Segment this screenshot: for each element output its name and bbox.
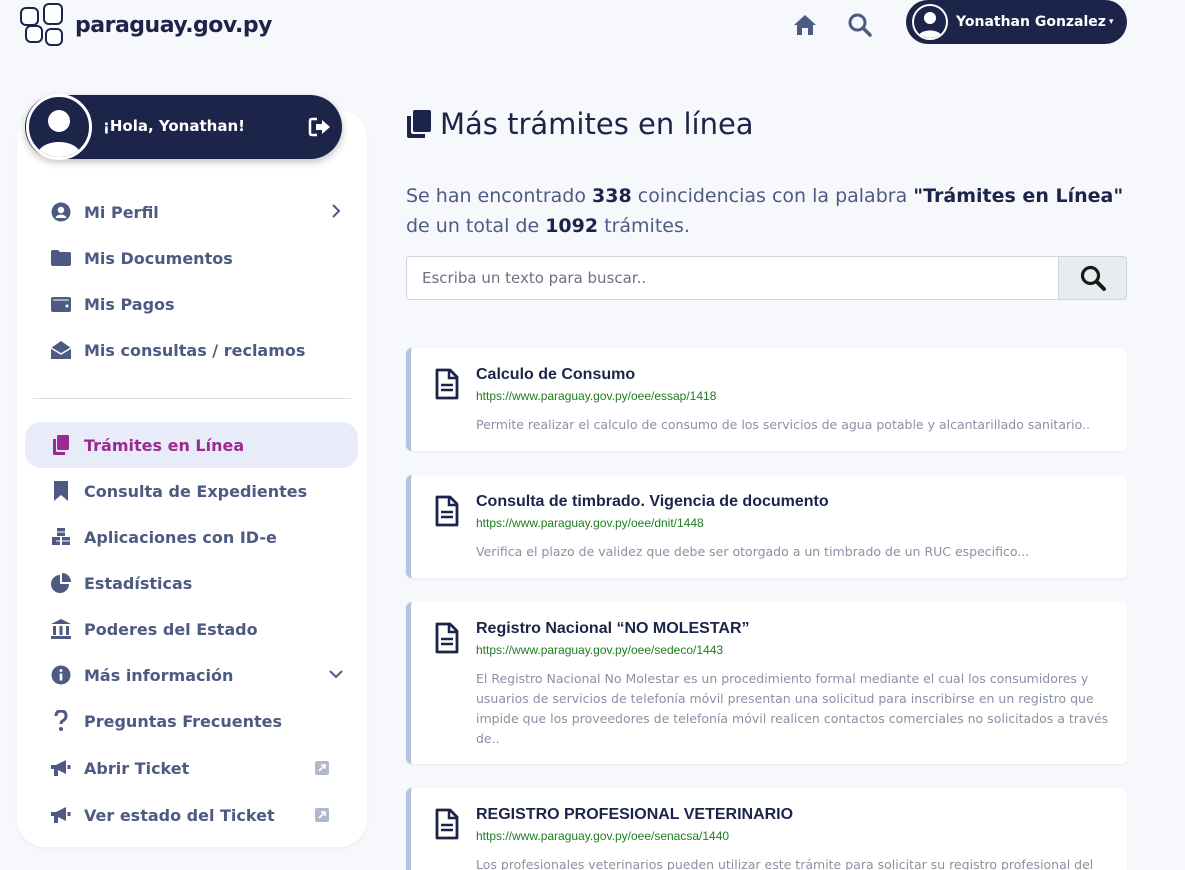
- sidebar-item-mis-documentos[interactable]: Mis Documentos: [25, 235, 358, 281]
- result-url[interactable]: https://www.paraguay.gov.py/oee/sedeco/1…: [476, 643, 723, 657]
- document-icon: [435, 622, 459, 654]
- search-icon[interactable]: [847, 12, 873, 38]
- pie-chart-icon: [50, 572, 72, 594]
- sidebar-item-ver-estado-ticket[interactable]: Ver estado del Ticket: [25, 792, 358, 838]
- sidebar-item-poderes-del-estado[interactable]: Poderes del Estado: [25, 606, 358, 652]
- result-count: 338: [592, 185, 632, 207]
- user-circle-icon: [50, 201, 72, 223]
- greeting-text: ¡Hola, Yonathan!: [103, 117, 245, 135]
- bookmark-icon: [50, 480, 72, 502]
- avatar: [912, 4, 948, 40]
- document-icon: [435, 368, 459, 400]
- sidebar-item-mi-perfil[interactable]: Mi Perfil: [25, 189, 358, 235]
- wallet-icon: [50, 293, 72, 315]
- megaphone-icon: [50, 804, 72, 826]
- sidebar-item-label: Ver estado del Ticket: [84, 805, 275, 825]
- greeting-banner: ¡Hola, Yonathan!: [25, 94, 342, 160]
- total-count: 1092: [545, 215, 599, 237]
- megaphone-icon: [50, 757, 72, 779]
- sidebar-item-label: Aplicaciones con ID-e: [84, 527, 277, 547]
- sidebar-item-label: Mis Pagos: [84, 294, 175, 314]
- result-card[interactable]: Consulta de timbrado. Vigencia de docume…: [406, 475, 1127, 578]
- document-icon: [435, 495, 459, 527]
- external-link-icon: [315, 761, 329, 775]
- result-title[interactable]: Calculo de Consumo: [476, 366, 635, 384]
- site-logo[interactable]: paraguay.gov.py: [20, 3, 272, 47]
- cubes-icon: [50, 526, 72, 548]
- sidebar-item-label: Mis consultas / reclamos: [84, 340, 306, 360]
- summary-text: de un total de: [406, 215, 546, 237]
- logout-icon[interactable]: [308, 115, 332, 139]
- search-keyword: "Trámites en Línea": [913, 185, 1124, 207]
- sidebar-item-estadisticas[interactable]: Estadísticas: [25, 560, 358, 606]
- chevron-right-icon: [332, 204, 341, 218]
- sidebar-divider: [33, 398, 351, 399]
- sidebar-item-label: Mis Documentos: [84, 248, 233, 268]
- search-button[interactable]: [1058, 256, 1127, 300]
- sidebar-item-mis-pagos[interactable]: Mis Pagos: [25, 281, 358, 327]
- sidebar-item-label: Trámites en Línea: [84, 435, 245, 455]
- result-title[interactable]: REGISTRO PROFESIONAL VETERINARIO: [476, 806, 793, 824]
- info-circle-icon: [50, 664, 72, 686]
- page-title: Más trámites en línea: [406, 107, 754, 141]
- sidebar-item-mas-informacion[interactable]: Más información: [25, 652, 358, 698]
- document-icon: [435, 808, 459, 840]
- result-card[interactable]: REGISTRO PROFESIONAL VETERINARIO https:/…: [406, 788, 1127, 870]
- sidebar-item-label: Abrir Ticket: [84, 758, 190, 778]
- result-description: El Registro Nacional No Molestar es un p…: [476, 671, 1109, 746]
- summary-text: trámites.: [598, 215, 690, 237]
- logo-text: paraguay.gov.py: [75, 12, 272, 38]
- sidebar-item-aplicaciones-id-e[interactable]: Aplicaciones con ID-e: [25, 514, 358, 560]
- sidebar-item-abrir-ticket[interactable]: Abrir Ticket: [25, 745, 358, 791]
- page-title-text: Más trámites en línea: [440, 107, 754, 141]
- avatar: [26, 94, 92, 160]
- summary-text: coincidencias con la palabra: [631, 185, 914, 207]
- result-url[interactable]: https://www.paraguay.gov.py/oee/senacsa/…: [476, 829, 729, 843]
- result-card[interactable]: Registro Nacional “NO MOLESTAR” https://…: [406, 602, 1127, 764]
- envelope-open-icon: [50, 339, 72, 361]
- result-description: Verifica el plazo de validez que debe se…: [476, 544, 1030, 559]
- sidebar-item-label: Más información: [84, 665, 234, 685]
- sidebar-item-mis-consultas[interactable]: Mis consultas / reclamos: [25, 327, 358, 373]
- search-input[interactable]: [406, 256, 1058, 300]
- result-card[interactable]: Calculo de Consumo https://www.paraguay.…: [406, 348, 1127, 451]
- search-summary: Se han encontrado 338 coincidencias con …: [406, 181, 1136, 241]
- result-description: Los profesionales veterinarios pueden ut…: [476, 857, 1094, 870]
- result-description: Permite realizar el calculo de consumo d…: [476, 417, 1090, 432]
- sidebar-item-label: Estadísticas: [84, 573, 193, 593]
- sidebar-item-label: Preguntas Frecuentes: [84, 711, 283, 731]
- sidebar-item-consulta-expedientes[interactable]: Consulta de Expedientes: [25, 468, 358, 514]
- user-name: Yonathan Gonzalez: [956, 14, 1106, 30]
- summary-text: Se han encontrado: [406, 185, 593, 207]
- sidebar-item-label: Consulta de Expedientes: [84, 481, 308, 501]
- sidebar-item-preguntas-frecuentes[interactable]: Preguntas Frecuentes: [25, 698, 358, 744]
- result-url[interactable]: https://www.paraguay.gov.py/oee/dnit/144…: [476, 516, 704, 530]
- search-icon: [1080, 265, 1106, 291]
- sidebar-item-label: Mi Perfil: [84, 202, 159, 222]
- copy-icon: [50, 434, 72, 456]
- home-icon[interactable]: [792, 12, 818, 38]
- chevron-down-icon: ▾: [1108, 17, 1114, 27]
- chevron-down-icon: [329, 670, 343, 679]
- logo-icon: [20, 3, 67, 47]
- search-bar: [406, 256, 1127, 300]
- copy-icon: [407, 110, 431, 138]
- result-url[interactable]: https://www.paraguay.gov.py/oee/essap/14…: [476, 389, 716, 403]
- user-menu-button[interactable]: Yonathan Gonzalez ▾: [906, 0, 1127, 44]
- external-link-icon: [315, 808, 329, 822]
- question-icon: [50, 710, 72, 732]
- sidebar-item-tramites-en-linea[interactable]: Trámites en Línea: [25, 422, 358, 468]
- result-title[interactable]: Consulta de timbrado. Vigencia de docume…: [476, 493, 829, 511]
- folder-icon: [50, 247, 72, 269]
- bank-icon: [50, 618, 72, 640]
- sidebar-item-label: Poderes del Estado: [84, 619, 258, 639]
- result-title[interactable]: Registro Nacional “NO MOLESTAR”: [476, 620, 750, 638]
